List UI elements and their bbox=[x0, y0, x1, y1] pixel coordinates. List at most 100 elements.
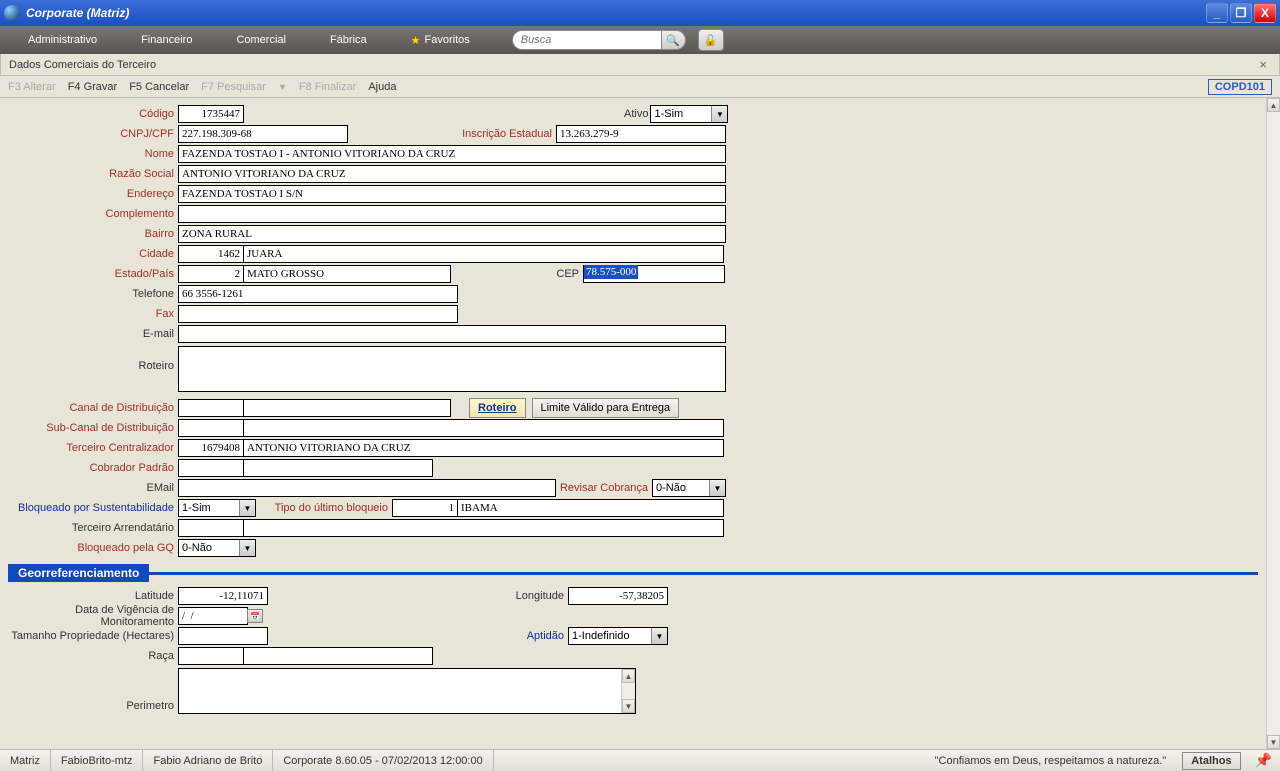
cobrador-cod-field[interactable] bbox=[178, 459, 244, 477]
label-nome: Nome bbox=[0, 148, 178, 160]
chevron-down-icon: ▼ bbox=[651, 628, 667, 644]
inscest-field[interactable] bbox=[556, 125, 726, 143]
label-raca: Raça bbox=[0, 650, 178, 662]
ativo-select[interactable]: 1-Sim▼ bbox=[650, 105, 728, 123]
tercentr-cod-field[interactable] bbox=[178, 439, 244, 457]
revcobr-select[interactable]: 0-Não▼ bbox=[652, 479, 726, 497]
scroll-up-icon[interactable]: ▲ bbox=[622, 669, 635, 683]
datavig-field[interactable] bbox=[178, 607, 248, 625]
vertical-scrollbar[interactable]: ▲ ▼ bbox=[1266, 98, 1280, 749]
label-canaldist: Canal de Distribuição bbox=[0, 402, 178, 414]
search-input[interactable] bbox=[512, 30, 662, 50]
tercentr-nome-field[interactable] bbox=[243, 439, 724, 457]
nome-field[interactable] bbox=[178, 145, 726, 163]
listbox-scrollbar[interactable]: ▲ ▼ bbox=[621, 669, 635, 713]
terarrend-cod-field[interactable] bbox=[178, 519, 244, 537]
tipobloq-nome-field[interactable] bbox=[457, 499, 724, 517]
pin-icon[interactable]: 📌 bbox=[1247, 752, 1280, 769]
page-close-button[interactable]: × bbox=[1255, 57, 1271, 72]
lock-button[interactable]: 🔓 bbox=[698, 29, 724, 51]
endereco-field[interactable] bbox=[178, 185, 726, 203]
label-datavig: Data de Vigência de Monitoramento bbox=[0, 604, 178, 628]
perimetro-listbox[interactable]: ▲ ▼ bbox=[178, 668, 636, 714]
status-seg-3[interactable]: Corporate 8.60.05 - 07/02/2013 12:00:00 bbox=[273, 750, 493, 771]
terarrend-nome-field[interactable] bbox=[243, 519, 724, 537]
chevron-down-icon: ▼ bbox=[239, 540, 255, 556]
label-latitude: Latitude bbox=[0, 590, 178, 602]
toolbar: F3 Alterar F4 Gravar F5 Cancelar F7 Pesq… bbox=[0, 76, 1280, 98]
cep-field[interactable]: 78.575-000 bbox=[583, 265, 725, 283]
complemento-field[interactable] bbox=[178, 205, 726, 223]
f4-gravar[interactable]: F4 Gravar bbox=[68, 81, 118, 93]
label-cnpjcpf: CNPJ/CPF bbox=[0, 128, 178, 140]
label-revcobr: Revisar Cobrança bbox=[556, 482, 652, 494]
label-roteiro: Roteiro bbox=[0, 346, 178, 372]
telefone-field[interactable] bbox=[178, 285, 458, 303]
status-quote: "Confiamos em Deus, respeitamos a nature… bbox=[925, 755, 1177, 767]
estado-cod-field[interactable] bbox=[178, 265, 244, 283]
tamprop-field[interactable] bbox=[178, 627, 268, 645]
atalhos-button[interactable]: Atalhos bbox=[1182, 752, 1240, 770]
limite-button[interactable]: Limite Válido para Entrega bbox=[532, 398, 680, 418]
page-title: Dados Comerciais do Terceiro bbox=[9, 59, 156, 71]
menu-comercial[interactable]: Comercial bbox=[214, 26, 308, 54]
minimize-button[interactable]: _ bbox=[1206, 3, 1228, 23]
codigo-field[interactable] bbox=[178, 105, 244, 123]
roteiro-button[interactable]: Roteiro bbox=[469, 398, 526, 418]
canal-nome-field[interactable] bbox=[243, 399, 451, 417]
label-cidade: Cidade bbox=[0, 248, 178, 260]
longitude-field[interactable] bbox=[568, 587, 668, 605]
form-area: Código Ativo 1-Sim▼ CNPJ/CPF Inscrição E… bbox=[0, 98, 1280, 749]
chevron-down-icon: ▼ bbox=[239, 500, 255, 516]
subcanal-cod-field[interactable] bbox=[178, 419, 244, 437]
ajuda[interactable]: Ajuda bbox=[368, 81, 396, 93]
raca-nome-field[interactable] bbox=[243, 647, 433, 665]
menu-administrativo[interactable]: Administrativo bbox=[6, 26, 119, 54]
scroll-down-icon[interactable]: ▼ bbox=[622, 699, 635, 713]
menu-favoritos[interactable]: ★Favoritos bbox=[389, 26, 492, 54]
estado-nome-field[interactable] bbox=[243, 265, 451, 283]
status-seg-1[interactable]: FabioBrito-mtz bbox=[51, 750, 144, 771]
calendar-icon[interactable]: 📅 bbox=[247, 609, 263, 623]
raca-cod-field[interactable] bbox=[178, 647, 244, 665]
label-perimetro: Perimetro bbox=[0, 700, 178, 714]
label-aptidao: Aptidão bbox=[268, 630, 568, 642]
f5-cancelar[interactable]: F5 Cancelar bbox=[129, 81, 189, 93]
bairro-field[interactable] bbox=[178, 225, 726, 243]
razao-field[interactable] bbox=[178, 165, 726, 183]
bloqsust-select[interactable]: 1-Sim▼ bbox=[178, 499, 256, 517]
scroll-down-icon[interactable]: ▼ bbox=[1267, 735, 1280, 749]
menu-fabrica[interactable]: Fábrica bbox=[308, 26, 389, 54]
cidade-cod-field[interactable] bbox=[178, 245, 244, 263]
label-cep: CEP bbox=[451, 268, 583, 280]
tipobloq-cod-field[interactable] bbox=[392, 499, 458, 517]
latitude-field[interactable] bbox=[178, 587, 268, 605]
email-field[interactable] bbox=[178, 325, 726, 343]
label-bairro: Bairro bbox=[0, 228, 178, 240]
search-button[interactable]: 🔍 bbox=[662, 30, 686, 50]
search-icon: 🔍 bbox=[666, 34, 680, 47]
close-button[interactable]: X bbox=[1254, 3, 1276, 23]
email2-field[interactable] bbox=[178, 479, 556, 497]
fax-field[interactable] bbox=[178, 305, 458, 323]
cidade-nome-field[interactable] bbox=[243, 245, 724, 263]
f8-finalizar: F8 Finalizar bbox=[299, 81, 356, 93]
canal-cod-field[interactable] bbox=[178, 399, 244, 417]
lock-icon: 🔓 bbox=[704, 34, 718, 47]
aptidao-select[interactable]: 1-Indefinido▼ bbox=[568, 627, 668, 645]
maximize-button[interactable]: ❐ bbox=[1230, 3, 1252, 23]
chevron-down-icon: ▼ bbox=[711, 106, 727, 122]
bloqgq-select[interactable]: 0-Não▼ bbox=[178, 539, 256, 557]
statusbar: Matriz FabioBrito-mtz Fabio Adriano de B… bbox=[0, 749, 1280, 771]
subcanal-nome-field[interactable] bbox=[243, 419, 724, 437]
f7-pesquisar: F7 Pesquisar bbox=[201, 81, 266, 93]
label-tamprop: Tamanho Propriedade (Hectares) bbox=[0, 630, 178, 642]
roteiro-field[interactable] bbox=[178, 346, 726, 392]
scroll-up-icon[interactable]: ▲ bbox=[1267, 98, 1280, 112]
menu-financeiro[interactable]: Financeiro bbox=[119, 26, 214, 54]
cobrador-nome-field[interactable] bbox=[243, 459, 433, 477]
status-seg-2[interactable]: Fabio Adriano de Brito bbox=[143, 750, 273, 771]
cnpjcpf-field[interactable] bbox=[178, 125, 348, 143]
status-seg-0[interactable]: Matriz bbox=[0, 750, 51, 771]
page-title-bar: Dados Comerciais do Terceiro × bbox=[0, 54, 1280, 76]
